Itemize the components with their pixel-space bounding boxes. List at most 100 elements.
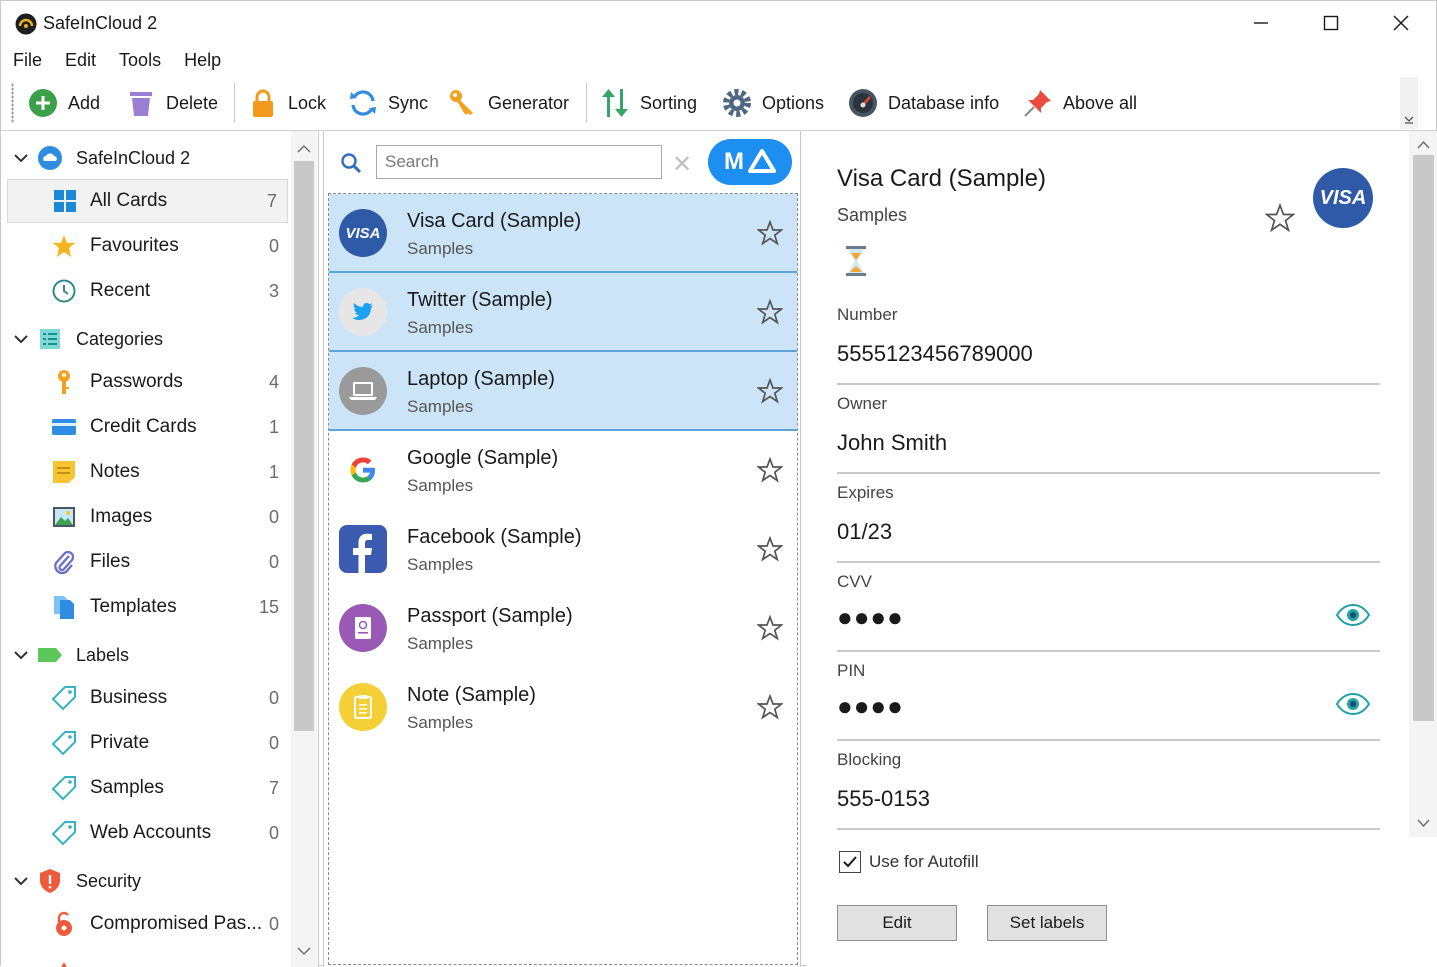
eye-icon[interactable] xyxy=(1336,604,1370,626)
warning-icon xyxy=(51,956,77,967)
above-all-button[interactable]: Above all xyxy=(1022,77,1137,129)
options-button[interactable]: Options xyxy=(721,77,824,129)
visa-logo: VISA xyxy=(1313,168,1373,228)
card-row-facebook[interactable]: Facebook (Sample) Samples xyxy=(329,510,797,589)
toolbar-separator xyxy=(234,83,235,123)
note-icon xyxy=(339,683,387,731)
owner-value[interactable]: John Smith xyxy=(837,430,947,456)
star-outline-icon[interactable] xyxy=(757,694,783,720)
search-input[interactable] xyxy=(376,145,662,179)
close-button[interactable] xyxy=(1366,1,1436,45)
card-row-laptop[interactable]: Laptop (Sample) Samples xyxy=(329,352,797,431)
card-row-google[interactable]: Google (Sample) Samples xyxy=(329,431,797,510)
autofill-option[interactable]: Use for Autofill xyxy=(839,851,979,873)
sidebar-group-security[interactable]: Security xyxy=(1,859,289,903)
menu-file[interactable]: File xyxy=(1,46,53,76)
cloud-icon xyxy=(37,145,63,171)
sidebar-item-images[interactable]: Images 0 xyxy=(1,495,289,539)
detail-scroll-thumb[interactable] xyxy=(1413,155,1434,721)
delete-button[interactable]: Delete xyxy=(125,77,218,129)
sidebar-group-categories[interactable]: Categories xyxy=(1,317,289,361)
chevron-down-icon xyxy=(14,651,28,660)
sidebar-item-business[interactable]: Business 0 xyxy=(1,676,289,720)
card-row-visa[interactable]: VISA Visa Card (Sample) Samples xyxy=(329,194,797,273)
sidebar-item-partial[interactable] xyxy=(1,947,289,967)
clear-search-icon[interactable]: ✕ xyxy=(672,150,692,179)
pin-value[interactable]: ●●●● xyxy=(837,691,904,722)
app-logo-icon xyxy=(15,13,37,35)
toolbar-overflow-button[interactable] xyxy=(1400,77,1418,129)
toolbar-grip[interactable] xyxy=(11,83,14,123)
sidebar-item-compromised-passwords[interactable]: Compromised Pas... 0 xyxy=(1,902,289,946)
toolbar-separator xyxy=(586,83,587,123)
maximize-button[interactable] xyxy=(1296,1,1366,45)
chevron-up-icon xyxy=(1417,141,1430,149)
sidebar-item-files[interactable]: Files 0 xyxy=(1,540,289,584)
minimize-button[interactable] xyxy=(1226,1,1296,45)
star-outline-icon[interactable] xyxy=(757,615,783,641)
star-outline-icon[interactable] xyxy=(757,220,783,246)
sidebar-root[interactable]: SafeInCloud 2 xyxy=(1,136,289,180)
sidebar-item-notes[interactable]: Notes 1 xyxy=(1,450,289,494)
templates-icon xyxy=(51,594,77,620)
autofill-checkbox[interactable] xyxy=(839,851,861,873)
cvv-value[interactable]: ●●●● xyxy=(837,602,904,633)
sidebar-border xyxy=(318,131,319,967)
pin-icon xyxy=(1022,87,1054,119)
label-icon xyxy=(37,642,63,668)
search-icon xyxy=(341,153,362,174)
broken-lock-icon xyxy=(51,911,77,937)
field-blocking: Blocking 555-0153 xyxy=(837,750,1380,830)
tag-icon xyxy=(51,775,77,801)
sidebar-item-passwords[interactable]: Passwords 4 xyxy=(1,360,289,404)
menu-help[interactable]: Help xyxy=(172,46,232,76)
database-info-button[interactable]: Database info xyxy=(847,77,999,129)
sync-button[interactable]: Sync xyxy=(347,77,428,129)
sidebar-item-all-cards[interactable]: All Cards 7 xyxy=(7,179,288,223)
set-labels-button[interactable]: Set labels xyxy=(987,905,1107,941)
star-outline-icon[interactable] xyxy=(757,536,783,562)
card-detail-panel: Visa Card (Sample) Samples VISA Number 5… xyxy=(807,131,1437,967)
blocking-value[interactable]: 555-0153 xyxy=(837,786,930,812)
detail-subtitle: Samples xyxy=(837,205,908,225)
sidebar-item-favourites[interactable]: Favourites 0 xyxy=(1,224,289,268)
add-button[interactable]: Add xyxy=(27,77,100,129)
detail-scrollbar[interactable] xyxy=(1409,131,1437,837)
add-icon xyxy=(27,87,59,119)
chevron-down-icon xyxy=(14,877,28,886)
star-outline-icon[interactable] xyxy=(757,457,783,483)
grid-icon xyxy=(52,188,78,214)
favourite-star-icon[interactable] xyxy=(1265,203,1295,233)
menu-edit[interactable]: Edit xyxy=(53,46,107,76)
sidebar-item-private[interactable]: Private 0 xyxy=(1,721,289,765)
title-bar: SafeInCloud 2 xyxy=(1,1,1436,45)
sidebar-item-web-accounts[interactable]: Web Accounts 0 xyxy=(1,811,289,855)
eye-icon[interactable] xyxy=(1336,693,1370,715)
cloud-drive-button[interactable]: M xyxy=(708,139,792,185)
google-icon xyxy=(339,446,387,494)
image-icon xyxy=(51,504,77,530)
sidebar-scroll-thumb[interactable] xyxy=(294,161,314,731)
sidebar-group-labels[interactable]: Labels xyxy=(1,633,289,677)
sidebar-item-templates[interactable]: Templates 15 xyxy=(1,585,289,629)
lock-icon xyxy=(247,87,279,119)
star-outline-icon[interactable] xyxy=(757,378,783,404)
sidebar-item-samples[interactable]: Samples 7 xyxy=(1,766,289,810)
sidebar-item-credit-cards[interactable]: Credit Cards 1 xyxy=(1,405,289,449)
card-row-note[interactable]: Note (Sample) Samples xyxy=(329,668,797,747)
note-icon xyxy=(51,459,77,485)
sorting-button[interactable]: Sorting xyxy=(599,77,697,129)
sidebar-item-recent[interactable]: Recent 3 xyxy=(1,269,289,313)
star-outline-icon[interactable] xyxy=(757,299,783,325)
sidebar-scrollbar[interactable] xyxy=(291,131,317,967)
field-number: Number 5555123456789000 xyxy=(837,305,1380,385)
number-value[interactable]: 5555123456789000 xyxy=(837,341,1033,367)
generator-button[interactable]: Generator xyxy=(447,77,569,129)
menu-tools[interactable]: Tools xyxy=(107,46,172,76)
card-row-passport[interactable]: Passport (Sample) Samples xyxy=(329,589,797,668)
lock-button[interactable]: Lock xyxy=(247,77,326,129)
checkmark-icon xyxy=(843,856,857,868)
card-row-twitter[interactable]: Twitter (Sample) Samples xyxy=(329,273,797,352)
edit-button[interactable]: Edit xyxy=(837,905,957,941)
expires-value[interactable]: 01/23 xyxy=(837,519,892,545)
